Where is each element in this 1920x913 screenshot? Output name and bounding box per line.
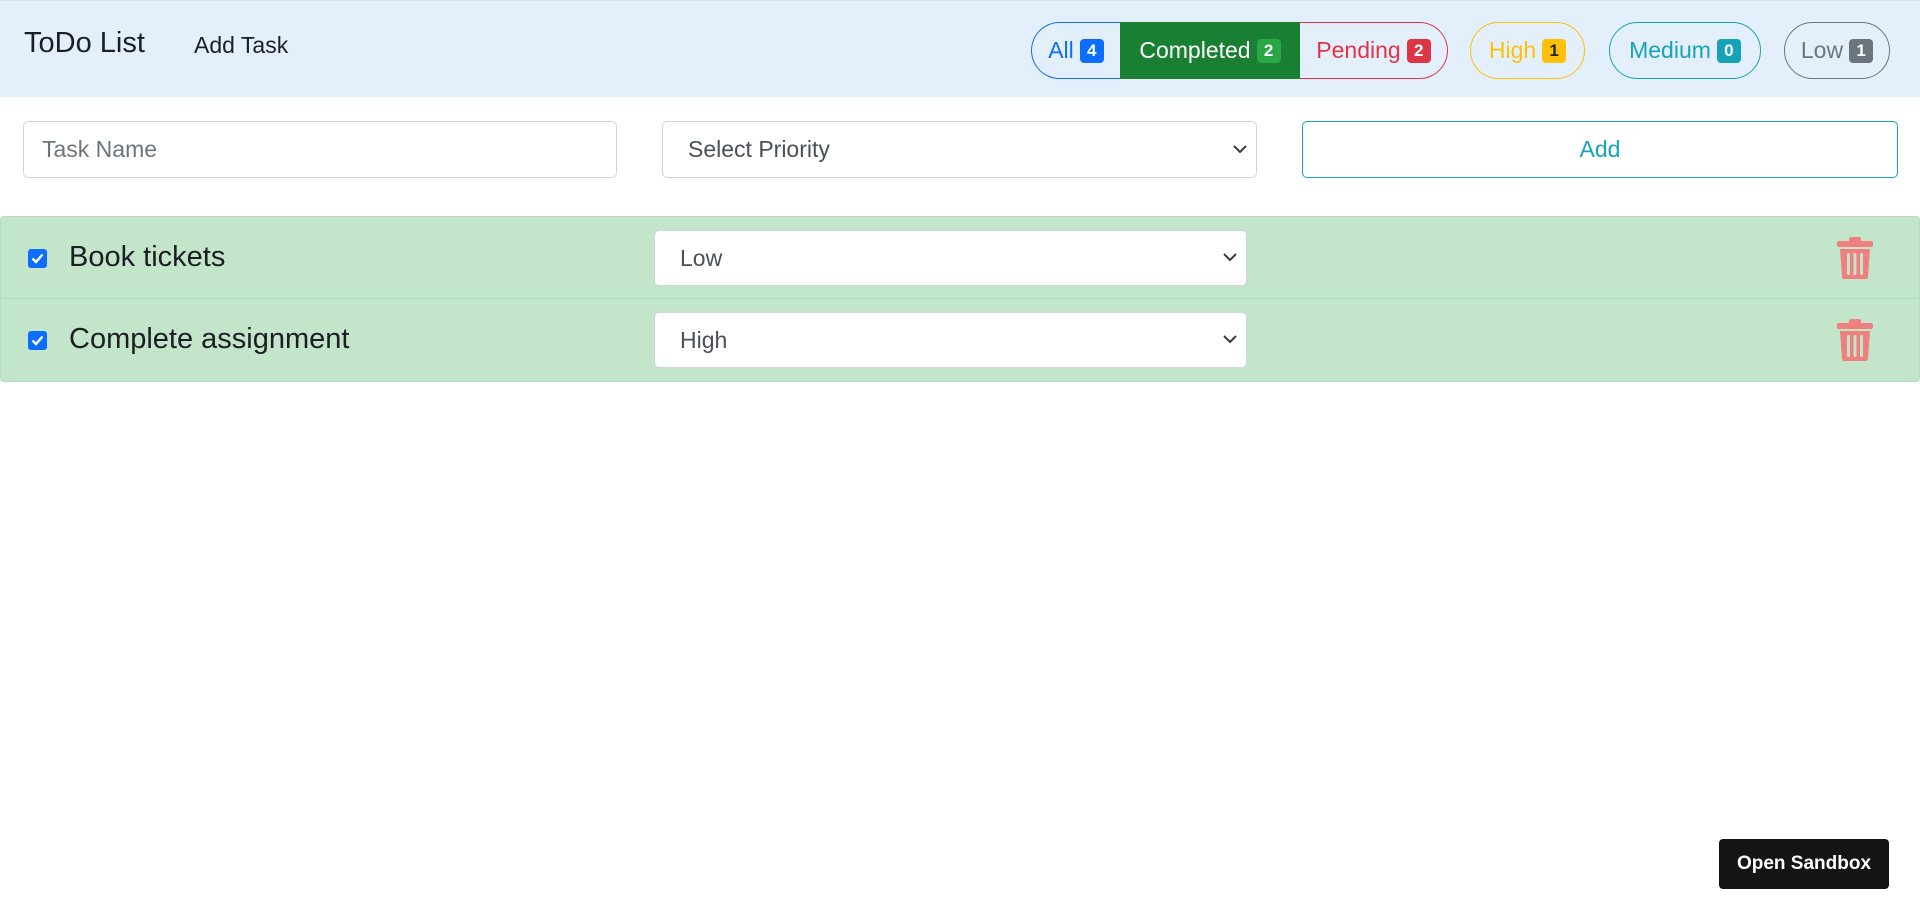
task-name: Complete assignment (69, 323, 350, 355)
filter-high-button[interactable]: High 1 (1470, 22, 1585, 79)
add-task-form: Select Priority Add (0, 121, 1920, 179)
filter-low-button[interactable]: Low 1 (1784, 22, 1890, 79)
checkmark-icon (31, 253, 44, 264)
add-button[interactable]: Add (1302, 121, 1898, 178)
filter-low-label: Low (1800, 37, 1844, 63)
task-priority-value: Low (680, 244, 723, 271)
filter-high-label: High (1488, 37, 1537, 63)
trash-icon[interactable] (1836, 319, 1874, 361)
open-sandbox-button[interactable]: Open Sandbox (1719, 839, 1889, 889)
task-name-input[interactable] (23, 121, 617, 178)
task-row: Book tickets Low (0, 216, 1920, 299)
task-priority-value: High (680, 326, 728, 353)
filter-completed-count-badge: 2 (1256, 38, 1281, 63)
task-priority-select[interactable]: High (654, 312, 1247, 368)
filter-medium-label: Medium (1629, 37, 1711, 63)
chevron-down-icon (1233, 144, 1247, 153)
filter-pending-label: Pending (1316, 37, 1401, 63)
filter-medium-button[interactable]: Medium 0 (1609, 22, 1761, 79)
brand-title[interactable]: ToDo List (24, 27, 145, 60)
chevron-down-icon (1223, 335, 1237, 344)
filter-all-count-badge: 4 (1079, 38, 1104, 63)
task-complete-checkbox[interactable] (28, 331, 47, 350)
filter-low-count-badge: 1 (1849, 38, 1874, 63)
filter-pending-button[interactable]: Pending 2 (1300, 22, 1448, 79)
chevron-down-icon (1223, 253, 1237, 262)
filter-completed-label: Completed (1139, 37, 1251, 63)
filter-completed-button[interactable]: Completed 2 (1120, 22, 1300, 79)
filter-medium-count-badge: 0 (1716, 38, 1741, 63)
filter-high-count-badge: 1 (1542, 38, 1567, 63)
navbar: ToDo List Add Task All 4 Completed 2 Pen… (0, 0, 1920, 97)
priority-select-value: Select Priority (688, 136, 830, 162)
priority-select[interactable]: Select Priority (662, 121, 1257, 178)
task-priority-select[interactable]: Low (654, 230, 1247, 286)
task-row: Complete assignment High (0, 299, 1920, 382)
filter-all-label: All (1048, 37, 1074, 63)
status-filter-group: All 4 Completed 2 Pending 2 (1031, 22, 1448, 79)
filter-pending-count-badge: 2 (1406, 38, 1431, 63)
checkmark-icon (31, 335, 44, 346)
task-complete-checkbox[interactable] (28, 249, 47, 268)
task-list: Book tickets Low Complete assignment Hig… (0, 216, 1920, 382)
task-name: Book tickets (69, 241, 226, 273)
trash-icon[interactable] (1836, 237, 1874, 279)
filter-all-button[interactable]: All 4 (1031, 22, 1120, 79)
add-task-link[interactable]: Add Task (194, 32, 288, 59)
